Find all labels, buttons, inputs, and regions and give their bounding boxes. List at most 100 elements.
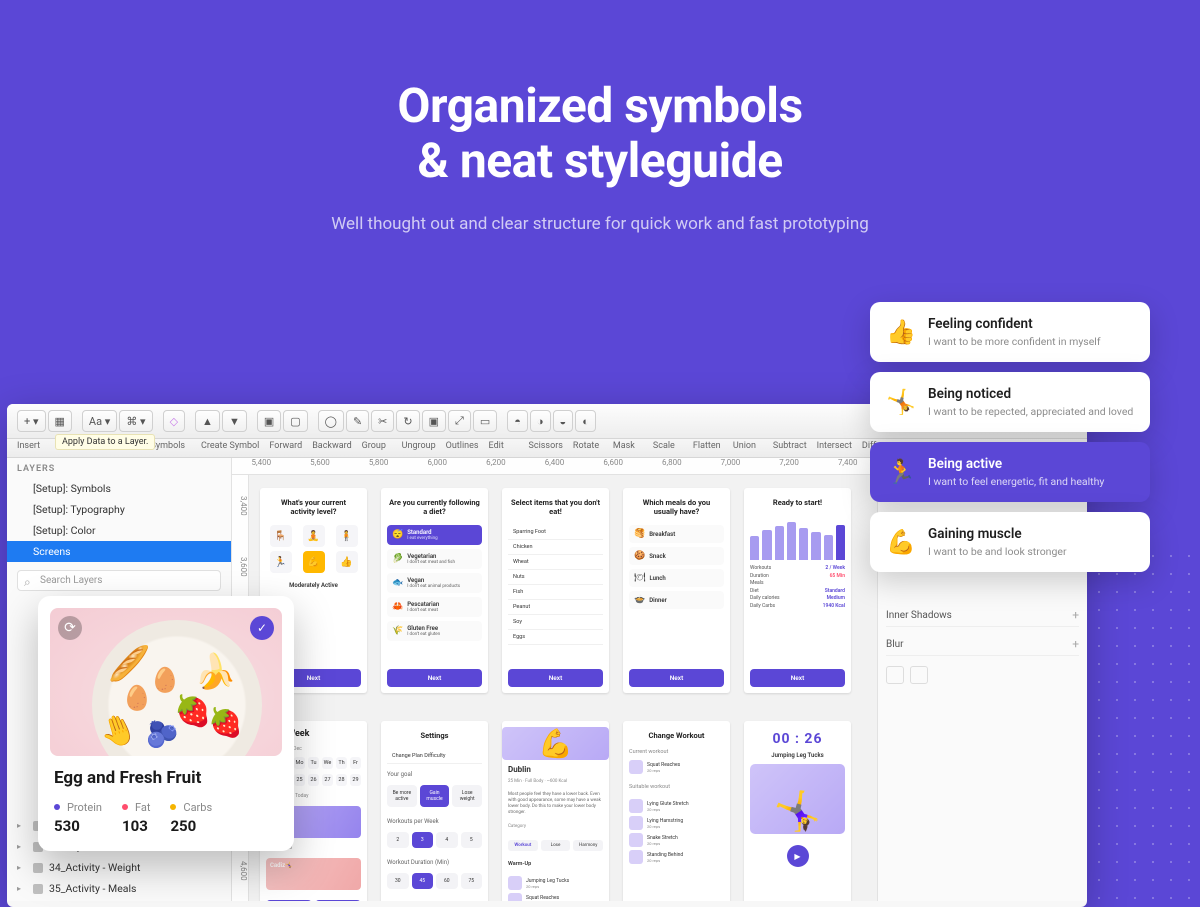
seg-chip[interactable]: Workout	[508, 840, 538, 851]
goal-chip[interactable]: 2	[387, 832, 409, 848]
cal-day[interactable]: Mo	[294, 757, 305, 769]
plus-icon[interactable]: +	[1072, 637, 1079, 651]
text-styles-button[interactable]: Aa ▾	[82, 410, 117, 432]
outlines-button[interactable]: ◯	[318, 410, 344, 432]
diet-item[interactable]: 🥬VegetarianI don't eat meat and fish	[387, 549, 482, 569]
artboard[interactable]: 13_Onboarding 12 Ready to start! Workout…	[744, 488, 851, 693]
artboard[interactable]: 11_Onboarding 10 Select items that you d…	[502, 488, 609, 693]
exercise-item[interactable]: Squat Reaches20 reps	[508, 893, 603, 901]
cal-num[interactable]: 26	[308, 774, 319, 786]
layer-item[interactable]: [Setup]: Symbols	[7, 478, 231, 499]
scissors-button[interactable]: ✂	[371, 410, 394, 432]
group-button[interactable]: ▣	[257, 410, 281, 432]
next-button[interactable]: Next	[629, 669, 724, 687]
cal-num[interactable]: 25	[294, 774, 305, 786]
difference-button[interactable]: ◐	[575, 410, 596, 432]
data-button[interactable]: ▦	[48, 410, 72, 432]
food-card[interactable]: 🥖 🥚 🥚 🍌 🍓 🍓 🫐 🤚 ⟳ ✓ Egg and Fresh Fruit …	[38, 596, 294, 851]
exercise-item[interactable]: Lying Glute Stretch20 reps	[629, 799, 724, 813]
goal-chip[interactable]: Lose weight	[452, 785, 482, 807]
next-button[interactable]: Next	[508, 669, 603, 687]
layer-item[interactable]: [Setup]: Color	[7, 520, 231, 541]
exercise-item[interactable]: Snake Stretch20 reps	[629, 833, 724, 847]
artboard[interactable]: 19_Lesson – Details 💪 Dublin 25 Min · Fu…	[502, 721, 609, 901]
artboard[interactable]: 21_Start Lesson 00 : 26 Jumping Leg Tuck…	[744, 721, 851, 901]
seg-chip[interactable]: Harmony	[573, 840, 603, 851]
exercise-item[interactable]: Standing Behind20 reps	[629, 850, 724, 864]
workout-card[interactable]: Cadiz🤸‍♀️	[266, 858, 361, 890]
flatten-button[interactable]: ▭	[473, 410, 497, 432]
next-button[interactable]: Next	[750, 669, 845, 687]
goal-chip[interactable]: 60	[436, 873, 458, 889]
check-item[interactable]: Fish	[508, 585, 603, 600]
subtract-button[interactable]: ◑	[530, 410, 551, 432]
canvas[interactable]: 5,4005,6005,8006,0006,2006,4006,6006,800…	[232, 458, 877, 901]
seg-chip[interactable]: Lose	[541, 840, 571, 851]
mask-button[interactable]: ▣	[422, 410, 446, 432]
goal-chip[interactable]: 30	[387, 873, 409, 889]
scale-button[interactable]: ⤢	[448, 410, 471, 432]
activity-cell[interactable]: 🧍	[336, 525, 358, 547]
activity-cell[interactable]: 🧘	[303, 525, 325, 547]
artboard[interactable]: 20_Change Workout Change Workout Current…	[623, 721, 730, 901]
check-item[interactable]: Nuts	[508, 570, 603, 585]
row-item[interactable]: Change Plan Difficulty	[387, 749, 482, 764]
cal-num[interactable]: 28	[336, 774, 347, 786]
meal-item[interactable]: 🍪Snack	[629, 547, 724, 565]
banner-pill[interactable]: Warm up and do a PR's day	[315, 900, 361, 901]
goal-item[interactable]: 💪 Gaining muscle I want to be and look s…	[870, 512, 1150, 572]
refresh-icon[interactable]: ⟳	[58, 616, 82, 640]
activity-cell[interactable]: 👍	[336, 551, 358, 573]
artboard[interactable]: 10_Onboarding 9 Are you currently follow…	[381, 488, 488, 693]
diet-item[interactable]: 😴StandardI eat everything	[387, 525, 482, 545]
plus-icon[interactable]: +	[1072, 608, 1079, 622]
add-button[interactable]: + ▾	[17, 410, 46, 432]
rotate-button[interactable]: ↻	[396, 410, 419, 432]
activity-cell[interactable]: 🪑	[270, 525, 292, 547]
symbols-button[interactable]: ⌘ ▾	[119, 410, 152, 432]
diet-item[interactable]: 🐟VeganI don't eat animal products	[387, 573, 482, 593]
intersect-button[interactable]: ◒	[553, 410, 574, 432]
check-item[interactable]: Wheat	[508, 555, 603, 570]
activity-cell[interactable]: 🏃	[270, 551, 292, 573]
check-item[interactable]: Chicken	[508, 540, 603, 555]
activity-cell[interactable]: 💪	[303, 551, 325, 573]
ungroup-button[interactable]: ▢	[283, 410, 307, 432]
goal-chip[interactable]: Gain muscle	[420, 785, 450, 807]
exercise-item[interactable]: Squat Reaches20 reps	[629, 760, 724, 774]
check-item[interactable]: Peanut	[508, 600, 603, 615]
artboard[interactable]: 18_Workout – Settings Settings Change Pl…	[381, 721, 488, 901]
cal-day[interactable]: Th	[336, 757, 347, 769]
layer-item[interactable]: 35_Activity - Meals	[7, 878, 231, 899]
check-item[interactable]: Eggs	[508, 630, 603, 645]
diet-item[interactable]: 🦀PescatarianI don't eat meat	[387, 597, 482, 617]
layer-item[interactable]: Screens	[7, 541, 231, 562]
goal-chip[interactable]: 75	[461, 873, 483, 889]
exercise-item[interactable]: Lying Hamstring20 reps	[629, 816, 724, 830]
diet-item[interactable]: 🌾Gluten FreeI don't eat gluten	[387, 621, 482, 641]
meal-item[interactable]: 🍲Dinner	[629, 591, 724, 609]
cal-day[interactable]: Tu	[308, 757, 319, 769]
goal-item[interactable]: 🏃 Being active I want to feel energetic,…	[870, 442, 1150, 502]
layer-item[interactable]: 34_Activity - Weight	[7, 857, 231, 878]
inspector-inner-shadows[interactable]: Inner Shadows +	[886, 604, 1079, 627]
meal-item[interactable]: 🥞Breakfast	[629, 525, 724, 543]
backward-button[interactable]: ▼	[222, 410, 247, 432]
cal-num[interactable]: 29	[350, 774, 361, 786]
artboard[interactable]: 12_Onboarding 11 Which meals do you usua…	[623, 488, 730, 693]
check-item[interactable]: Soy	[508, 615, 603, 630]
goal-chip[interactable]: 4	[436, 832, 458, 848]
edit-button[interactable]: ✎	[346, 410, 369, 432]
banner-pill[interactable]: Make an interval	[266, 900, 312, 901]
cal-day[interactable]: Fr	[350, 757, 361, 769]
cal-num[interactable]: 27	[322, 774, 333, 786]
meal-item[interactable]: 🍽Lunch	[629, 569, 724, 587]
exercise-item[interactable]: Jumping Leg Tucks20 reps	[508, 876, 603, 890]
next-button[interactable]: Next	[387, 669, 482, 687]
search-layers-input[interactable]: Search Layers	[17, 570, 221, 591]
inspector-export-icons[interactable]	[886, 666, 1079, 684]
check-icon[interactable]: ✓	[250, 616, 274, 640]
check-item[interactable]: Sparring Foot	[508, 525, 603, 540]
goal-chip[interactable]: 3	[412, 832, 434, 848]
create-symbol-button[interactable]: ◇	[163, 410, 185, 432]
